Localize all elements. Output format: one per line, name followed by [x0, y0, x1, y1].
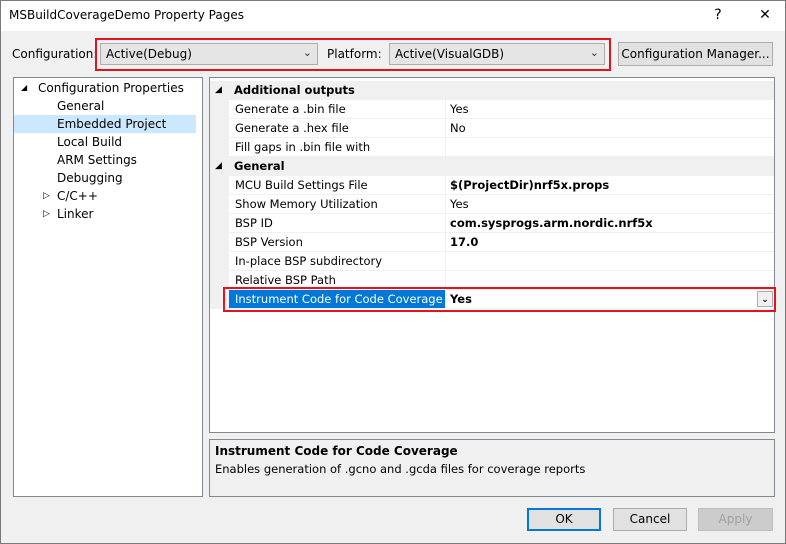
property-row-bsp-id[interactable]: BSP ID com.sysprogs.arm.nordic.nrf5x: [210, 214, 774, 233]
property-value[interactable]: [446, 252, 774, 271]
tree-item-label: General: [57, 99, 105, 113]
platform-label: Platform:: [327, 47, 382, 61]
category-label: General: [234, 159, 285, 173]
description-text: Enables generation of .gcno and .gcda fi…: [215, 462, 586, 476]
cancel-button[interactable]: Cancel: [613, 508, 687, 531]
collapse-icon[interactable]: ◢: [215, 81, 222, 100]
property-name: Generate a .hex file: [229, 119, 446, 138]
tree-item-label: Embedded Project: [57, 117, 167, 131]
expand-icon[interactable]: ▷: [43, 187, 50, 205]
tree-item-general[interactable]: General: [14, 97, 196, 115]
description-title: Instrument Code for Code Coverage: [215, 444, 458, 458]
property-value[interactable]: Yes: [446, 100, 774, 119]
category-label: Additional outputs: [234, 83, 355, 97]
property-value[interactable]: [446, 138, 774, 157]
ok-button[interactable]: OK: [527, 508, 601, 531]
tree-item-label: Debugging: [57, 171, 123, 185]
tree-item-embedded-project[interactable]: Embedded Project: [14, 115, 196, 133]
property-name: In-place BSP subdirectory: [229, 252, 446, 271]
tree-item-label: Configuration Properties: [38, 81, 184, 95]
property-value[interactable]: com.sysprogs.arm.nordic.nrf5x: [446, 214, 774, 233]
property-name: Generate a .bin file: [229, 100, 446, 119]
property-name: Fill gaps in .bin file with: [229, 138, 446, 157]
expand-icon[interactable]: ◢: [21, 79, 27, 97]
platform-value: Active(VisualGDB): [395, 47, 505, 61]
tree-item-arm-settings[interactable]: ARM Settings: [14, 151, 196, 169]
tree-item-label: Linker: [57, 207, 94, 221]
expand-icon[interactable]: ▷: [43, 205, 50, 223]
tree-item-label: ARM Settings: [57, 153, 137, 167]
tree-item-c-cpp[interactable]: ▷ C/C++: [14, 187, 196, 205]
tree-item-label: Local Build: [57, 135, 123, 149]
help-button[interactable]: ?: [698, 1, 738, 30]
property-name: BSP ID: [229, 214, 446, 233]
tree-item-local-build[interactable]: Local Build: [14, 133, 196, 151]
chevron-down-icon: ⌄: [302, 46, 312, 59]
description-panel: Instrument Code for Code Coverage Enable…: [209, 439, 775, 497]
property-name: Show Memory Utilization: [229, 195, 446, 214]
property-row-bsp-version[interactable]: BSP Version 17.0: [210, 233, 774, 252]
property-tree: ◢ Configuration Properties General Embed…: [13, 77, 203, 497]
property-value[interactable]: 17.0: [446, 233, 774, 252]
property-row-show-memory-utilization[interactable]: Show Memory Utilization Yes: [210, 195, 774, 214]
property-name: MCU Build Settings File: [229, 176, 446, 195]
configuration-value: Active(Debug): [106, 47, 192, 61]
window-title: MSBuildCoverageDemo Property Pages: [9, 8, 244, 22]
property-value[interactable]: No: [446, 119, 774, 138]
property-row-generate-bin[interactable]: Generate a .bin file Yes: [210, 100, 774, 119]
property-grid: ◢ Additional outputs Generate a .bin fil…: [209, 77, 775, 433]
property-name: BSP Version: [229, 233, 446, 252]
tree-item-configuration-properties[interactable]: ◢ Configuration Properties: [14, 79, 196, 97]
property-row-fill-gaps[interactable]: Fill gaps in .bin file with: [210, 138, 774, 157]
collapse-icon[interactable]: ◢: [215, 157, 222, 176]
configuration-manager-button[interactable]: Configuration Manager...: [618, 42, 773, 66]
chevron-down-icon: ⌄: [589, 46, 599, 59]
tree-item-label: C/C++: [57, 189, 98, 203]
configuration-label: Configuration:: [12, 47, 98, 61]
property-row-mcu-build-settings[interactable]: MCU Build Settings File $(ProjectDir)nrf…: [210, 176, 774, 195]
coverage-highlight-box: [223, 287, 776, 312]
property-value[interactable]: Yes: [446, 195, 774, 214]
property-row-inplace-bsp-subdirectory[interactable]: In-place BSP subdirectory: [210, 252, 774, 271]
category-general[interactable]: ◢ General: [210, 157, 774, 176]
apply-button[interactable]: Apply: [698, 508, 773, 531]
tree-item-linker[interactable]: ▷ Linker: [14, 205, 196, 223]
close-button[interactable]: ✕: [745, 1, 785, 30]
tree-item-debugging[interactable]: Debugging: [14, 169, 196, 187]
platform-combo[interactable]: Active(VisualGDB) ⌄: [389, 43, 605, 65]
property-row-generate-hex[interactable]: Generate a .hex file No: [210, 119, 774, 138]
category-additional-outputs[interactable]: ◢ Additional outputs: [210, 81, 774, 100]
configuration-combo[interactable]: Active(Debug) ⌄: [100, 43, 318, 65]
property-value[interactable]: $(ProjectDir)nrf5x.props: [446, 176, 774, 195]
